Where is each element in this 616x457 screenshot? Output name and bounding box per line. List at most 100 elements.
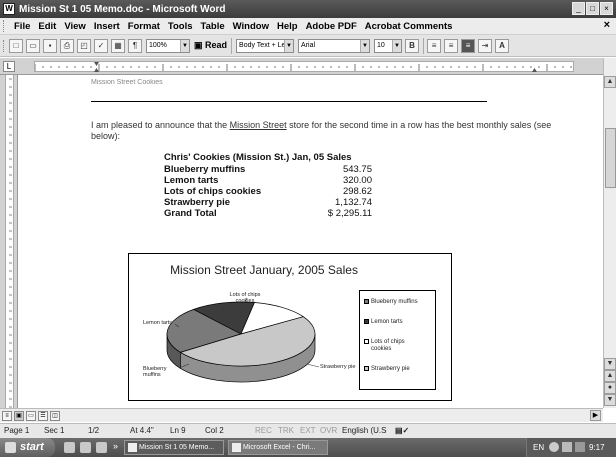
row-value: 298.62 [342,186,372,197]
font-color-icon[interactable]: A [495,38,510,53]
menu-tools[interactable]: Tools [168,21,193,32]
menu-edit[interactable]: Edit [38,21,56,32]
indent-icon[interactable]: ⇥ [478,38,493,53]
font-select[interactable]: Arial ▼ [298,38,371,53]
previous-page-icon[interactable]: ▲ [604,370,616,382]
language-indicator[interactable]: EN [533,438,544,457]
toolbar-separator [231,37,233,54]
scroll-down-icon[interactable]: ▼ [604,358,616,370]
zoom-value: 100% [149,41,167,49]
next-page-icon[interactable]: ▼ [604,394,616,406]
align-right-icon[interactable]: ≡ [461,38,476,53]
web-layout-view-icon[interactable]: ▣ [14,410,24,421]
table-icon[interactable]: ▦ [111,38,125,53]
maximize-icon[interactable]: □ [586,2,599,15]
print-preview-icon[interactable]: ◰ [77,38,91,53]
heading-partial: Mission Street Cookies [91,79,163,85]
menu-help[interactable]: Help [277,21,298,32]
table-total-row: Grand Total $ 2,295.11 [164,208,372,219]
tray-help-icon[interactable] [549,442,559,452]
spelling-icon[interactable]: ✓ [94,38,108,53]
quicklaunch-media-icon[interactable] [96,442,107,453]
menu-view[interactable]: View [64,21,85,32]
legend-swatch [364,339,369,344]
tray-network-icon[interactable] [562,442,572,452]
horizontal-scrollbar: ≡ ▣ ▭ ☰ ◫ ▶ [0,408,603,422]
chevron-down-icon[interactable]: ▼ [392,39,402,52]
tab-selector-icon[interactable]: L [3,61,15,72]
window-title: Mission St 1 05 Memo.doc - Microsoft Wor… [19,3,226,15]
status-ext[interactable]: EXT [300,426,316,435]
clock[interactable]: 9:17 PM [589,438,616,457]
start-button[interactable]: start [0,438,55,457]
scroll-up-icon[interactable]: ▲ [604,76,616,88]
quicklaunch-more-icon[interactable]: » [113,441,118,451]
style-value: Body Text + Le [239,41,286,49]
font-value: Arial [301,41,316,49]
row-value: 543.75 [342,164,372,175]
read-button[interactable]: ▣ Read [194,40,227,51]
print-layout-view-icon[interactable]: ▭ [26,410,36,421]
scroll-right-icon[interactable]: ▶ [590,410,601,421]
legend-item: Lemon tarts [364,319,403,326]
show-hide-icon[interactable]: ¶ [128,38,142,53]
zoom-select[interactable]: 100% ▼ [146,38,190,53]
select-browse-object-icon[interactable]: ● [604,382,616,394]
align-left-icon[interactable]: ≡ [427,38,442,53]
pie-label-blueberry: Blueberry muffins [143,366,167,378]
ruler-strip[interactable] [34,61,574,72]
status-trk[interactable]: TRK [278,426,294,435]
toolbar-grip[interactable] [3,39,6,52]
style-select[interactable]: Body Text + Le ▼ [236,38,295,53]
reading-layout-view-icon[interactable]: ◫ [50,410,60,421]
chevron-down-icon[interactable]: ▼ [360,39,370,52]
embedded-pie-chart[interactable]: Mission Street January, 2005 Sales Lots … [128,253,452,401]
quicklaunch-browser-icon[interactable] [64,442,75,453]
task-word-document[interactable]: Mission St 1 05 Memo... [124,440,224,455]
font-size-select[interactable]: 10 ▼ [374,38,403,53]
quicklaunch-desktop-icon[interactable] [80,442,91,453]
save-icon[interactable]: ▪ [43,38,57,53]
bold-button[interactable]: B [405,38,420,53]
vertical-scrollbar[interactable]: ▲ ▼ ▲ ● ▼ [603,58,616,408]
task-excel-workbook[interactable]: Microsoft Excel - Chri... [228,440,328,455]
normal-view-icon[interactable]: ≡ [2,410,12,421]
legend-label: Strawberry pie [371,366,410,372]
chevron-down-icon[interactable]: ▼ [180,39,189,52]
sales-table[interactable]: Chris' Cookies (Mission St.) Jan, 05 Sal… [164,152,372,219]
status-ovr[interactable]: OVR [320,426,337,435]
header-rule [91,101,487,102]
menu-grip[interactable] [3,20,6,32]
chevron-down-icon[interactable]: ▼ [284,39,294,52]
intro-paragraph[interactable]: I am pleased to announce that the Missio… [91,120,571,142]
menu-file[interactable]: File [14,21,30,32]
row-label: Lemon tarts [164,175,219,186]
align-center-icon[interactable]: ≡ [444,38,459,53]
spelling-status-icon[interactable]: ▤✓ [395,426,409,435]
menu-table[interactable]: Table [201,21,225,32]
word-app-icon[interactable]: W [3,3,15,15]
menu-acrobat-comments[interactable]: Acrobat Comments [365,21,453,32]
status-pages: 1/2 [88,426,100,435]
menu-insert[interactable]: Insert [94,21,120,32]
menu-adobe-pdf[interactable]: Adobe PDF [306,21,357,32]
scroll-thumb[interactable] [605,128,616,188]
tray-volume-icon[interactable] [575,442,585,452]
document-page[interactable]: Mission Street Cookies I am pleased to a… [19,75,603,408]
vertical-ruler-strip[interactable] [5,75,14,408]
menu-format[interactable]: Format [128,21,160,32]
legend-label: Lemon tarts [371,319,403,325]
status-rec[interactable]: REC [255,426,272,435]
close-document-icon[interactable]: × [604,19,610,31]
table-row: Lots of chips cookies 298.62 [164,186,372,197]
horizontal-ruler: L [0,58,616,75]
open-folder-icon[interactable]: ▭ [26,38,40,53]
outline-view-icon[interactable]: ☰ [38,410,48,421]
sales-table-header: Chris' Cookies (Mission St.) Jan, 05 Sal… [164,152,352,163]
menu-window[interactable]: Window [233,21,269,32]
new-document-icon[interactable]: □ [9,38,23,53]
print-icon[interactable]: ⎙ [60,38,74,53]
close-icon[interactable]: × [600,2,613,15]
minimize-icon[interactable]: _ [572,2,585,15]
system-tray: EN 9:17 PM [526,438,616,457]
